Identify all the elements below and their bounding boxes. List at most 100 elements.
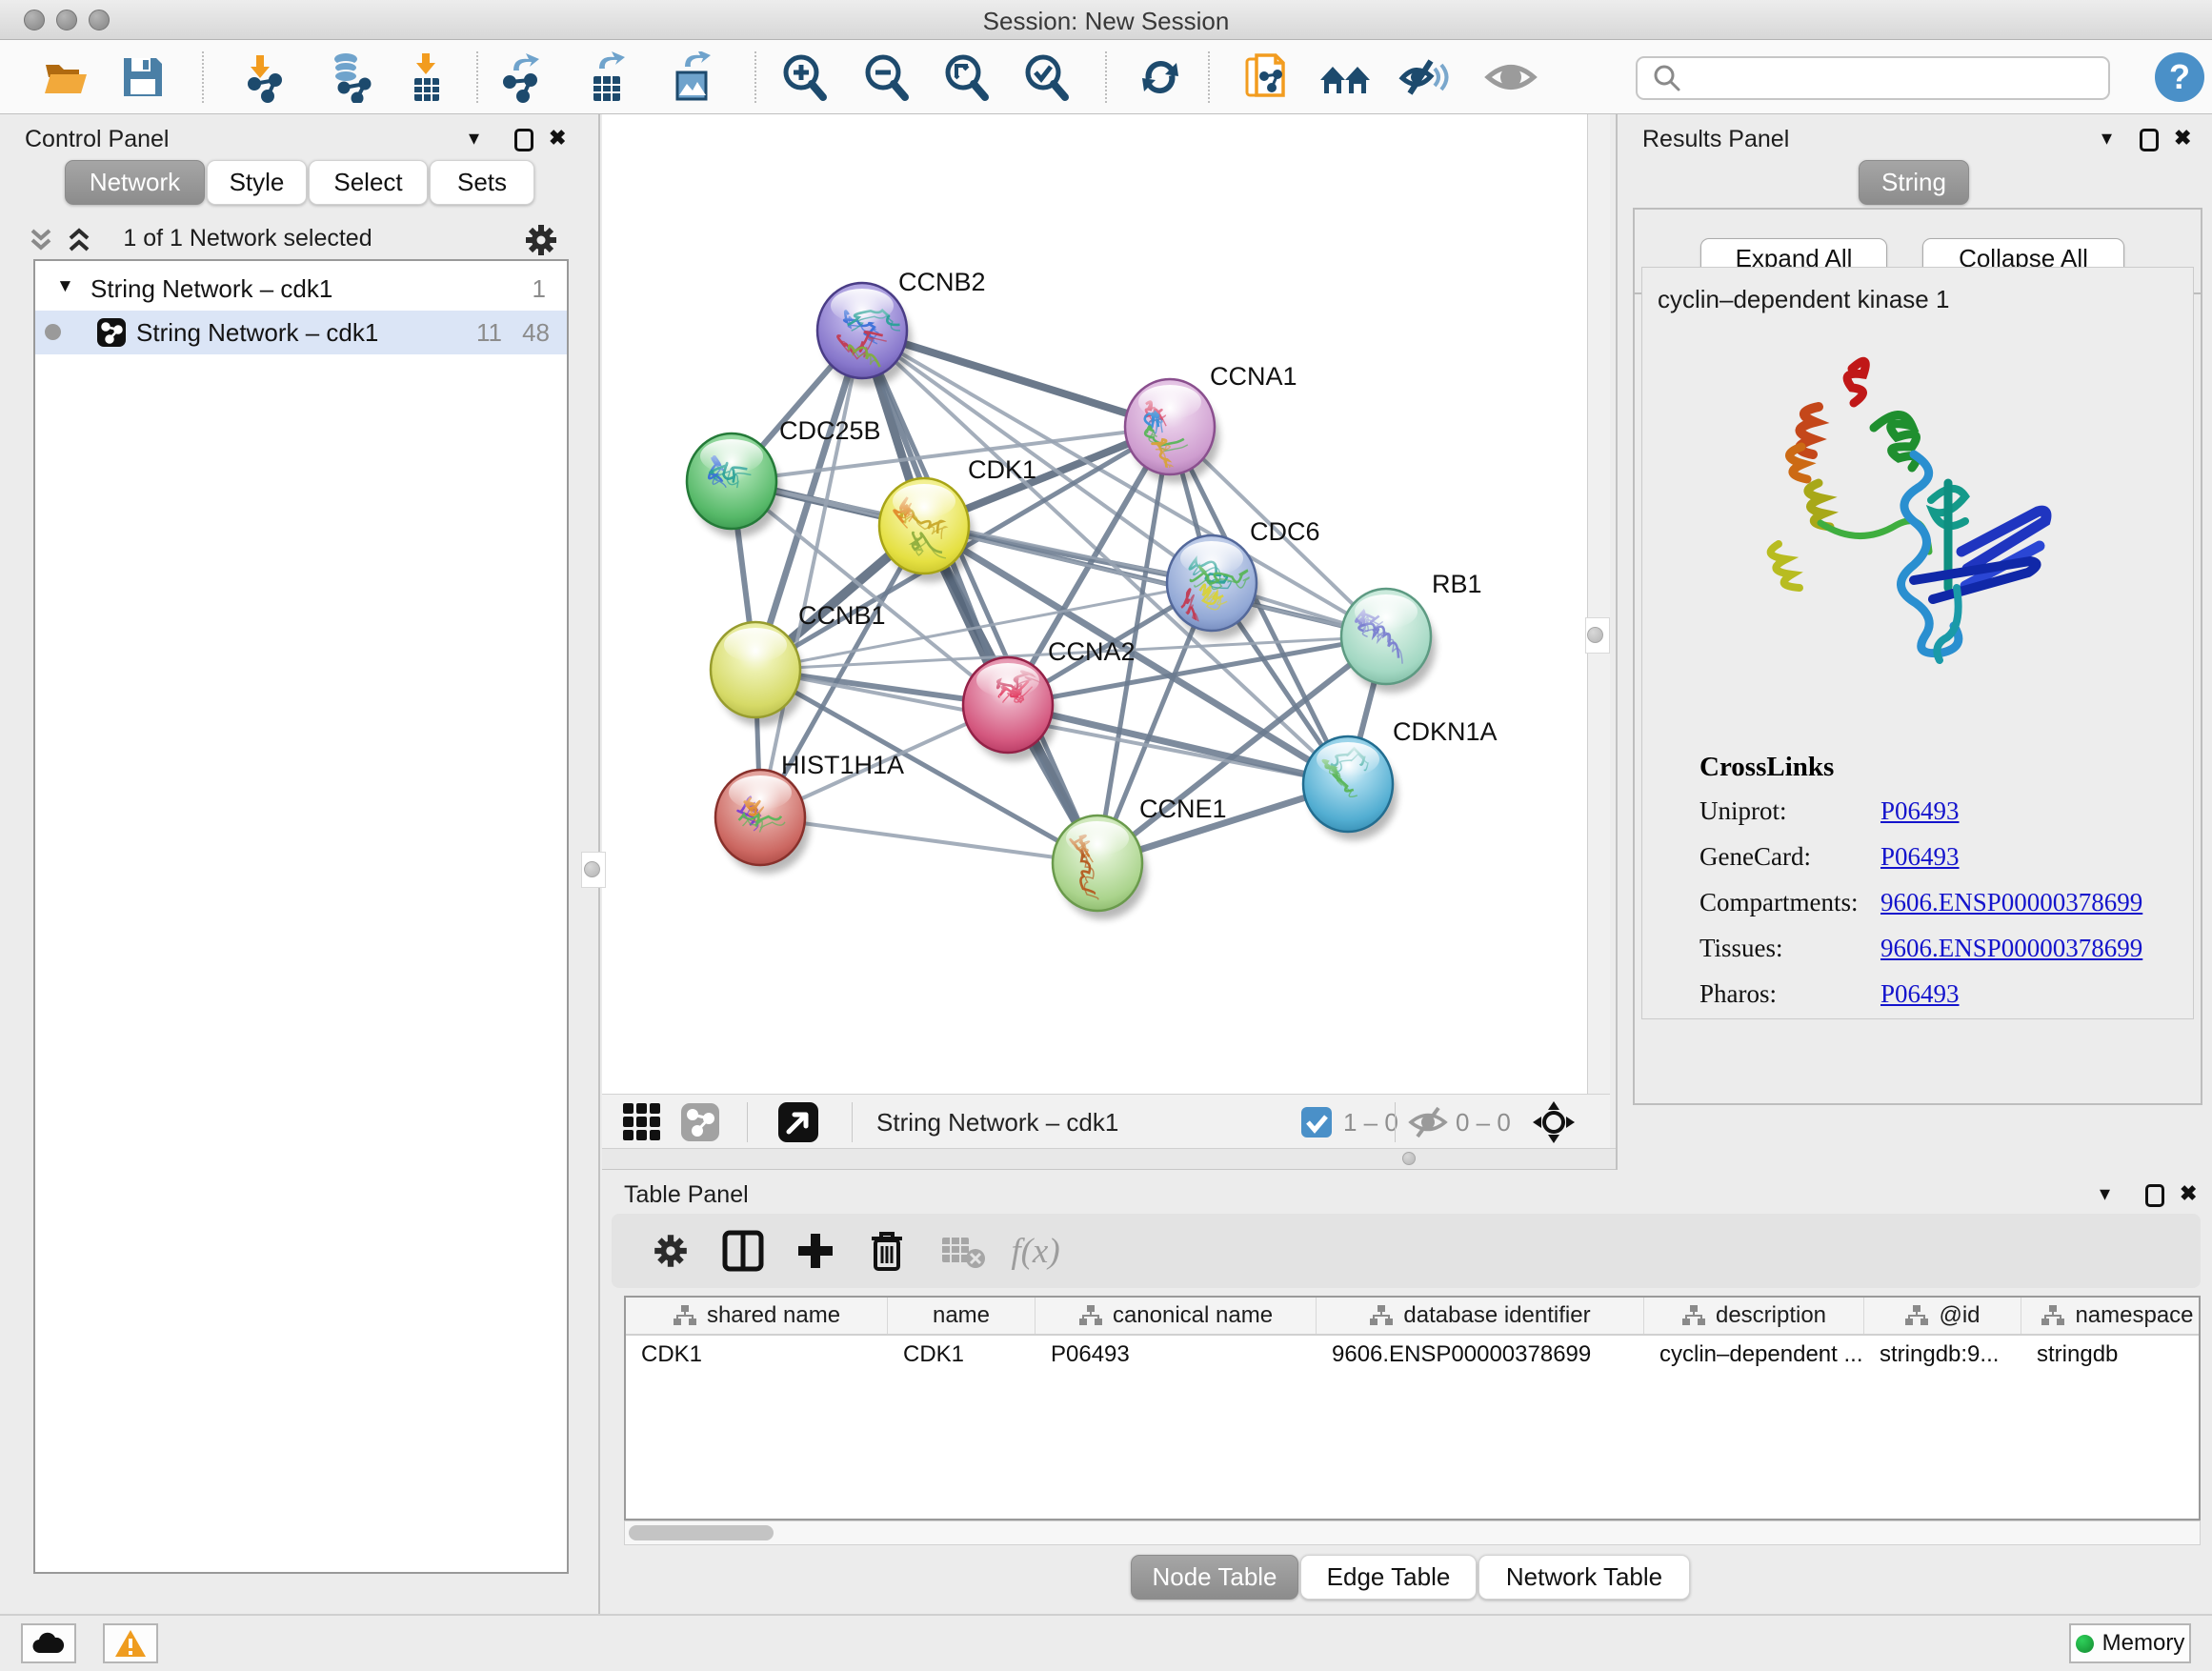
function-builder-button[interactable]: f(x) — [1007, 1228, 1064, 1274]
table-settings-button[interactable] — [642, 1228, 699, 1274]
node-CCNB2[interactable]: CCNB2 — [817, 268, 986, 387]
tab-select[interactable]: Select — [309, 160, 428, 205]
collapse-arrow-icon[interactable]: ▼ — [56, 276, 74, 297]
birdseye-button[interactable] — [1532, 1101, 1576, 1143]
float-panel-icon[interactable] — [2140, 129, 2159, 151]
network-canvas[interactable]: CCNB2CCNA1CDC25BCDK1CDC6RB1CCNB1CCNA2CDK… — [602, 114, 1587, 1094]
tab-network-table[interactable]: Network Table — [1478, 1555, 1690, 1600]
import-network-file-button[interactable] — [236, 50, 293, 105]
panel-menu-icon[interactable]: ▾ — [2101, 128, 2112, 149]
node-CDKN1A[interactable]: CDKN1A — [1303, 717, 1498, 840]
cell-namespace[interactable]: stringdb — [2021, 1336, 2201, 1372]
float-panel-icon[interactable] — [514, 129, 533, 151]
tab-network[interactable]: Network — [65, 160, 205, 205]
node-RB1[interactable]: RB1 — [1341, 570, 1482, 693]
table-hscrollbar[interactable] — [624, 1520, 2201, 1545]
control-splitter-handle[interactable] — [584, 861, 600, 877]
memory-button[interactable]: Memory — [2069, 1623, 2191, 1663]
open-session-button[interactable] — [38, 50, 95, 105]
hide-selected-button[interactable] — [1397, 50, 1454, 105]
import-network-database-button[interactable] — [322, 50, 379, 105]
gear-icon — [651, 1231, 691, 1271]
column-header-databaseidentifier[interactable]: database identifier — [1317, 1298, 1644, 1334]
panel-menu-icon[interactable]: ▾ — [469, 128, 479, 149]
canvas-scrollbar[interactable] — [1587, 114, 1610, 1094]
delete-column-button[interactable] — [858, 1228, 915, 1274]
selected-indicator[interactable] — [1300, 1101, 1333, 1143]
results-splitter-handle[interactable] — [1587, 627, 1603, 643]
close-panel-icon[interactable]: ✖ — [549, 128, 566, 149]
node-CCNE1[interactable]: CCNE1 — [1053, 795, 1227, 919]
node-HIST1H1A[interactable]: HIST1H1A — [715, 751, 904, 874]
houses-icon — [1317, 51, 1373, 103]
show-columns-button[interactable] — [714, 1228, 772, 1274]
panel-menu-icon[interactable]: ▾ — [2100, 1183, 2110, 1204]
node-table[interactable]: shared namenamecanonical namedatabase id… — [624, 1296, 2201, 1520]
first-neighbors-button[interactable] — [1317, 50, 1374, 105]
float-panel-icon[interactable] — [2145, 1184, 2164, 1207]
add-column-button[interactable] — [787, 1228, 844, 1274]
network-graph[interactable]: CCNB2CCNA1CDC25BCDK1CDC6RB1CCNB1CCNA2CDK… — [602, 114, 1587, 1094]
zoom-selected-button[interactable] — [1017, 50, 1075, 105]
column-header-description[interactable]: description — [1644, 1298, 1864, 1334]
crosslink-link[interactable]: P06493 — [1880, 842, 1960, 872]
tab-edge-table[interactable]: Edge Table — [1300, 1555, 1477, 1600]
show-graphics-button[interactable] — [1482, 50, 1539, 105]
zoom-out-button[interactable] — [857, 50, 915, 105]
hidden-indicator[interactable] — [1408, 1101, 1448, 1143]
network-row-selected[interactable]: String Network – cdk1 11 48 — [35, 311, 567, 354]
cell-name[interactable]: CDK1 — [888, 1336, 1036, 1372]
zoom-in-button[interactable] — [775, 50, 833, 105]
show-grid-button[interactable] — [621, 1101, 663, 1143]
splitter-handle[interactable] — [1402, 1152, 1416, 1165]
column-header-sharedname[interactable]: shared name — [626, 1298, 888, 1334]
crosslink-link[interactable]: 9606.ENSP00000378699 — [1880, 934, 2142, 963]
open-in-window-button[interactable] — [777, 1101, 819, 1143]
copy-network-icon — [1241, 51, 1293, 103]
crosslink-link[interactable]: P06493 — [1880, 796, 1960, 826]
node-label: CCNB1 — [798, 601, 886, 630]
help-button[interactable]: ? — [2151, 50, 2208, 105]
collapse-all-icon[interactable] — [25, 225, 57, 255]
cell-canonicalname[interactable]: P06493 — [1036, 1336, 1317, 1372]
zoom-fit-button[interactable] — [937, 50, 995, 105]
delete-table-button[interactable] — [935, 1228, 992, 1274]
export-network-button[interactable] — [493, 50, 551, 105]
copy-network-button[interactable] — [1238, 50, 1296, 105]
toolbar-separator — [1105, 51, 1107, 103]
node-CDC25B[interactable]: CDC25B — [687, 416, 881, 537]
network-collection-row[interactable]: ▼ String Network – cdk1 1 — [35, 267, 567, 311]
save-session-button[interactable] — [114, 50, 171, 105]
search-input[interactable] — [1691, 65, 2108, 91]
table-row[interactable]: CDK1CDK1P064939606.ENSP00000378699cyclin… — [626, 1336, 2199, 1372]
cell-databaseidentifier[interactable]: 9606.ENSP00000378699 — [1317, 1336, 1644, 1372]
column-header-namespace[interactable]: namespace — [2021, 1298, 2201, 1334]
close-panel-icon[interactable]: ✖ — [2180, 1183, 2197, 1204]
column-header-name[interactable]: name — [888, 1298, 1036, 1334]
cell-description[interactable]: cyclin–dependent ... — [1644, 1336, 1864, 1372]
crosslink-link[interactable]: P06493 — [1880, 979, 1960, 1009]
column-type-icon — [1369, 1304, 1394, 1327]
crosslink-link[interactable]: 9606.ENSP00000378699 — [1880, 888, 2142, 917]
tab-string[interactable]: String — [1859, 160, 1969, 205]
column-header-id[interactable]: @id — [1864, 1298, 2021, 1334]
cell-sharedname[interactable]: CDK1 — [626, 1336, 888, 1372]
share-view-button[interactable] — [680, 1101, 720, 1143]
column-header-canonicalname[interactable]: canonical name — [1036, 1298, 1317, 1334]
tab-sets[interactable]: Sets — [430, 160, 534, 205]
export-table-button[interactable] — [579, 50, 636, 105]
close-panel-icon[interactable]: ✖ — [2174, 128, 2191, 149]
gear-icon[interactable] — [522, 221, 560, 259]
edge-HIST1H1A-CCNE1[interactable] — [760, 817, 1097, 863]
tab-node-table[interactable]: Node Table — [1131, 1555, 1298, 1600]
refresh-button[interactable] — [1132, 50, 1189, 105]
scrollbar-thumb[interactable] — [629, 1525, 774, 1540]
node-CDC6[interactable]: CDC6 — [1167, 517, 1320, 639]
cell-id[interactable]: stringdb:9... — [1864, 1336, 2021, 1372]
cloud-status-button[interactable] — [21, 1623, 76, 1663]
warnings-button[interactable] — [103, 1623, 158, 1663]
export-image-button[interactable] — [663, 50, 720, 105]
edge-CCNB2-CCNE1[interactable] — [862, 331, 1097, 863]
import-table-button[interactable] — [398, 50, 455, 105]
tab-style[interactable]: Style — [207, 160, 307, 205]
